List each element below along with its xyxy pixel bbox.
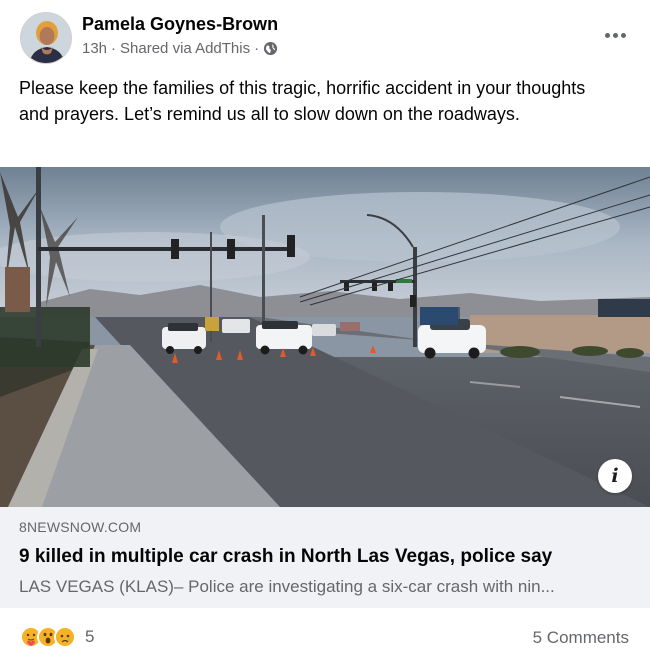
link-preview[interactable]: 8NEWSNOW.COM 9 killed in multiple car cr… — [0, 507, 650, 608]
meta-separator: · — [254, 40, 260, 57]
shared-via: Shared via AddThis — [120, 40, 251, 57]
post-time[interactable]: 13h — [82, 40, 107, 57]
dot — [620, 32, 626, 38]
more-options-icon[interactable] — [600, 24, 630, 46]
post-meta: 13h · Shared via AddThis · — [82, 40, 278, 57]
reaction-count[interactable]: 5 — [85, 627, 94, 647]
info-icon[interactable]: i — [598, 459, 632, 493]
link-description: LAS VEGAS (KLAS)– Police are investigati… — [19, 577, 555, 596]
street-scene-image — [0, 167, 650, 507]
comments-count[interactable]: 5 Comments — [533, 628, 629, 648]
avatar-image — [21, 13, 71, 63]
post-footer: 5 5 Comments — [0, 608, 650, 662]
sad-icon — [54, 626, 76, 648]
post-header: Pamela Goynes-Brown 13h · Shared via Add… — [0, 0, 650, 70]
post-text: Please keep the families of this tragic,… — [19, 78, 586, 124]
reaction-summary[interactable]: 5 — [20, 626, 94, 648]
globe-icon[interactable] — [263, 41, 278, 56]
post-image[interactable]: i — [0, 167, 650, 507]
author-avatar[interactable] — [20, 12, 72, 64]
link-title[interactable]: 9 killed in multiple car crash in North … — [19, 546, 552, 568]
meta-separator: · — [111, 40, 117, 57]
facebook-post: Pamela Goynes-Brown 13h · Shared via Add… — [0, 0, 650, 662]
dot — [604, 32, 610, 38]
author-name[interactable]: Pamela Goynes-Brown — [82, 14, 278, 35]
dot — [612, 32, 618, 38]
info-label: i — [611, 465, 619, 487]
link-domain: 8NEWSNOW.COM — [19, 519, 142, 535]
